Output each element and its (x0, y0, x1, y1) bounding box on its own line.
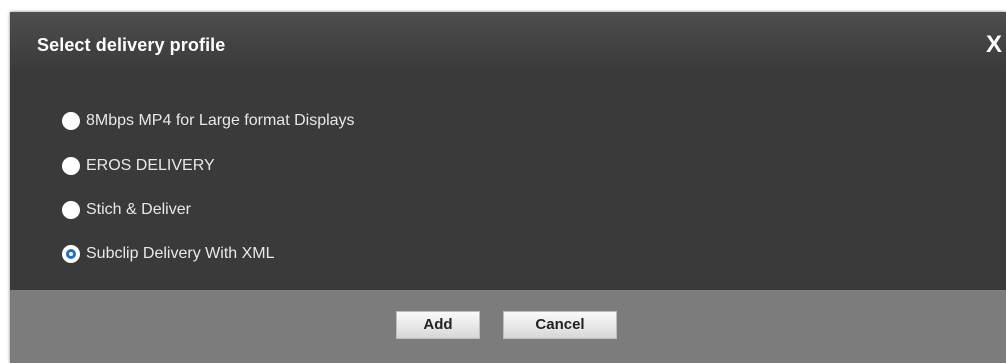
cancel-button[interactable]: Cancel (503, 311, 617, 339)
profile-option-subclip-delivery-xml[interactable]: Subclip Delivery With XML (62, 243, 275, 265)
profile-options-list: 8Mbps MP4 for Large format Displays EROS… (10, 74, 1006, 290)
dialog-title: Select delivery profile (37, 35, 226, 55)
profile-option-8mbps-mp4[interactable]: 8Mbps MP4 for Large format Displays (62, 110, 355, 132)
close-button[interactable]: X (986, 31, 1002, 59)
dialog-footer: Add Cancel (10, 290, 1006, 363)
profile-option-label: EROS DELIVERY (86, 157, 215, 174)
add-button[interactable]: Add (396, 311, 480, 339)
select-delivery-profile-dialog: Select delivery profile X 8Mbps MP4 for … (10, 12, 1006, 363)
profile-option-label: 8Mbps MP4 for Large format Displays (86, 112, 355, 129)
profile-option-eros-delivery[interactable]: EROS DELIVERY (62, 155, 215, 177)
radio-button-selected-icon[interactable] (62, 245, 80, 263)
profile-option-stich-deliver[interactable]: Stich & Deliver (62, 199, 191, 221)
radio-button-icon[interactable] (62, 201, 80, 219)
profile-option-label: Subclip Delivery With XML (86, 245, 275, 262)
radio-button-icon[interactable] (62, 112, 80, 130)
profile-option-label: Stich & Deliver (86, 201, 191, 218)
radio-button-icon[interactable] (62, 157, 80, 175)
dialog-title-bar: Select delivery profile X (10, 12, 1006, 74)
